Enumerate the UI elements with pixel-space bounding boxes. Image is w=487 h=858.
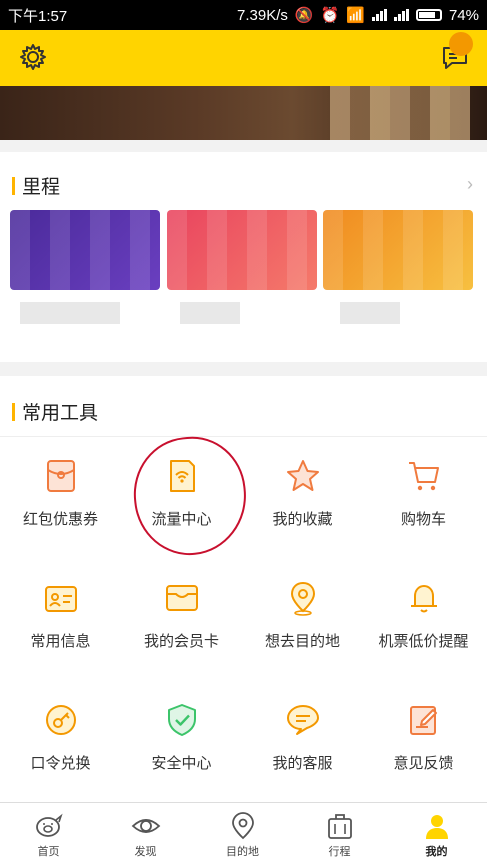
profile-icon (425, 815, 448, 839)
tool-favorites[interactable]: 我的收藏 (242, 458, 363, 529)
tool-cart[interactable]: 购物车 (363, 458, 484, 529)
bell-icon (410, 585, 437, 613)
eye-icon (131, 819, 160, 833)
tool-label: 我的会员卡 (143, 633, 219, 650)
tool-label: 安全中心 (151, 755, 212, 772)
shield-icon (167, 704, 196, 736)
top-bar (0, 30, 487, 86)
tool-coupon[interactable]: 红包优惠券 (0, 458, 121, 529)
chat-bubble-icon (286, 705, 319, 735)
battery-icon (415, 9, 442, 21)
tool-frequent-info[interactable]: 常用信息 (0, 580, 121, 651)
tool-label: 我的收藏 (272, 511, 333, 528)
featured-title: 里程 (12, 172, 60, 199)
chevron-right-icon[interactable]: › (467, 174, 473, 195)
featured-caption-3 (340, 302, 400, 324)
tool-price-alert[interactable]: 机票低价提醒 (363, 580, 484, 651)
tab-label: 行程 (328, 846, 351, 858)
battery-level: 74% (448, 6, 479, 24)
status-bar: 下午1:57 7.39K/s 🔕 ⏰ 📶 74% (0, 0, 487, 30)
tab-discover[interactable]: 发现 (97, 803, 194, 858)
signal-icon (371, 9, 387, 21)
tool-label: 红包优惠券 (22, 511, 98, 528)
divider (0, 436, 487, 437)
tools-section-title: 常用工具 (12, 398, 98, 425)
status-time: 下午1:57 (8, 7, 68, 25)
featured-tile-2[interactable] (167, 210, 317, 290)
signal-icon-2 (393, 9, 409, 21)
map-pin-icon (231, 812, 254, 840)
mute-icon: 🔕 (294, 7, 314, 24)
tool-security[interactable]: 安全中心 (121, 702, 242, 773)
banner-blurred-area (330, 86, 470, 140)
tools-card: 常用工具 红包优惠券 流量中心 我的收藏 购物车 常用信息 我的会员卡 想去目的… (0, 376, 487, 802)
featured-card: 里程 › (0, 152, 487, 362)
star-icon (286, 460, 319, 491)
tool-label: 机票低价提醒 (378, 633, 469, 650)
status-indicators: 7.39K/s 🔕 ⏰ 📶 74% (237, 6, 479, 25)
id-card-icon (44, 586, 77, 612)
tool-label: 口令兑换 (30, 755, 91, 772)
tool-label: 购物车 (400, 511, 446, 528)
tool-customer-service[interactable]: 我的客服 (242, 702, 363, 773)
network-speed: 7.39K/s (237, 6, 288, 24)
tool-destination[interactable]: 想去目的地 (242, 580, 363, 651)
suitcase-icon (327, 814, 352, 839)
tab-label: 我的 (425, 846, 448, 858)
notification-dot (449, 32, 473, 56)
alarm-icon: ⏰ (320, 7, 340, 24)
feedback-icon (409, 706, 437, 735)
tool-member-card[interactable]: 我的会员卡 (121, 580, 242, 651)
gear-icon[interactable] (18, 42, 48, 72)
tab-label: 首页 (37, 846, 60, 858)
cart-icon (408, 462, 439, 491)
tab-mine[interactable]: 我的 (388, 803, 485, 858)
tab-trips[interactable]: 行程 (291, 803, 388, 858)
coupon-icon (46, 460, 75, 492)
profile-banner[interactable] (0, 86, 487, 140)
tab-destination[interactable]: 目的地 (194, 803, 291, 858)
location-pin-icon (290, 581, 315, 616)
featured-caption-2 (180, 302, 240, 324)
tool-label: 我的客服 (272, 755, 333, 772)
wifi-icon: 📶 (346, 7, 365, 24)
tab-label: 发现 (134, 846, 157, 858)
tool-label: 意见反馈 (393, 755, 454, 772)
featured-caption-1 (20, 302, 120, 324)
featured-tile-3[interactable] (323, 210, 473, 290)
tool-label: 常用信息 (30, 633, 91, 650)
tool-feedback[interactable]: 意见反馈 (363, 702, 484, 773)
tool-code-redeem[interactable]: 口令兑换 (0, 702, 121, 773)
featured-tile-1[interactable] (10, 210, 160, 290)
bottom-tab-bar: 首页 发现 目的地 行程 我的 (0, 802, 487, 858)
tab-label: 目的地 (226, 846, 259, 858)
tab-home[interactable]: 首页 (0, 803, 97, 858)
key-icon (45, 705, 76, 735)
wallet-icon (165, 585, 198, 611)
tool-label: 想去目的地 (264, 633, 340, 650)
pig-icon (35, 813, 63, 837)
